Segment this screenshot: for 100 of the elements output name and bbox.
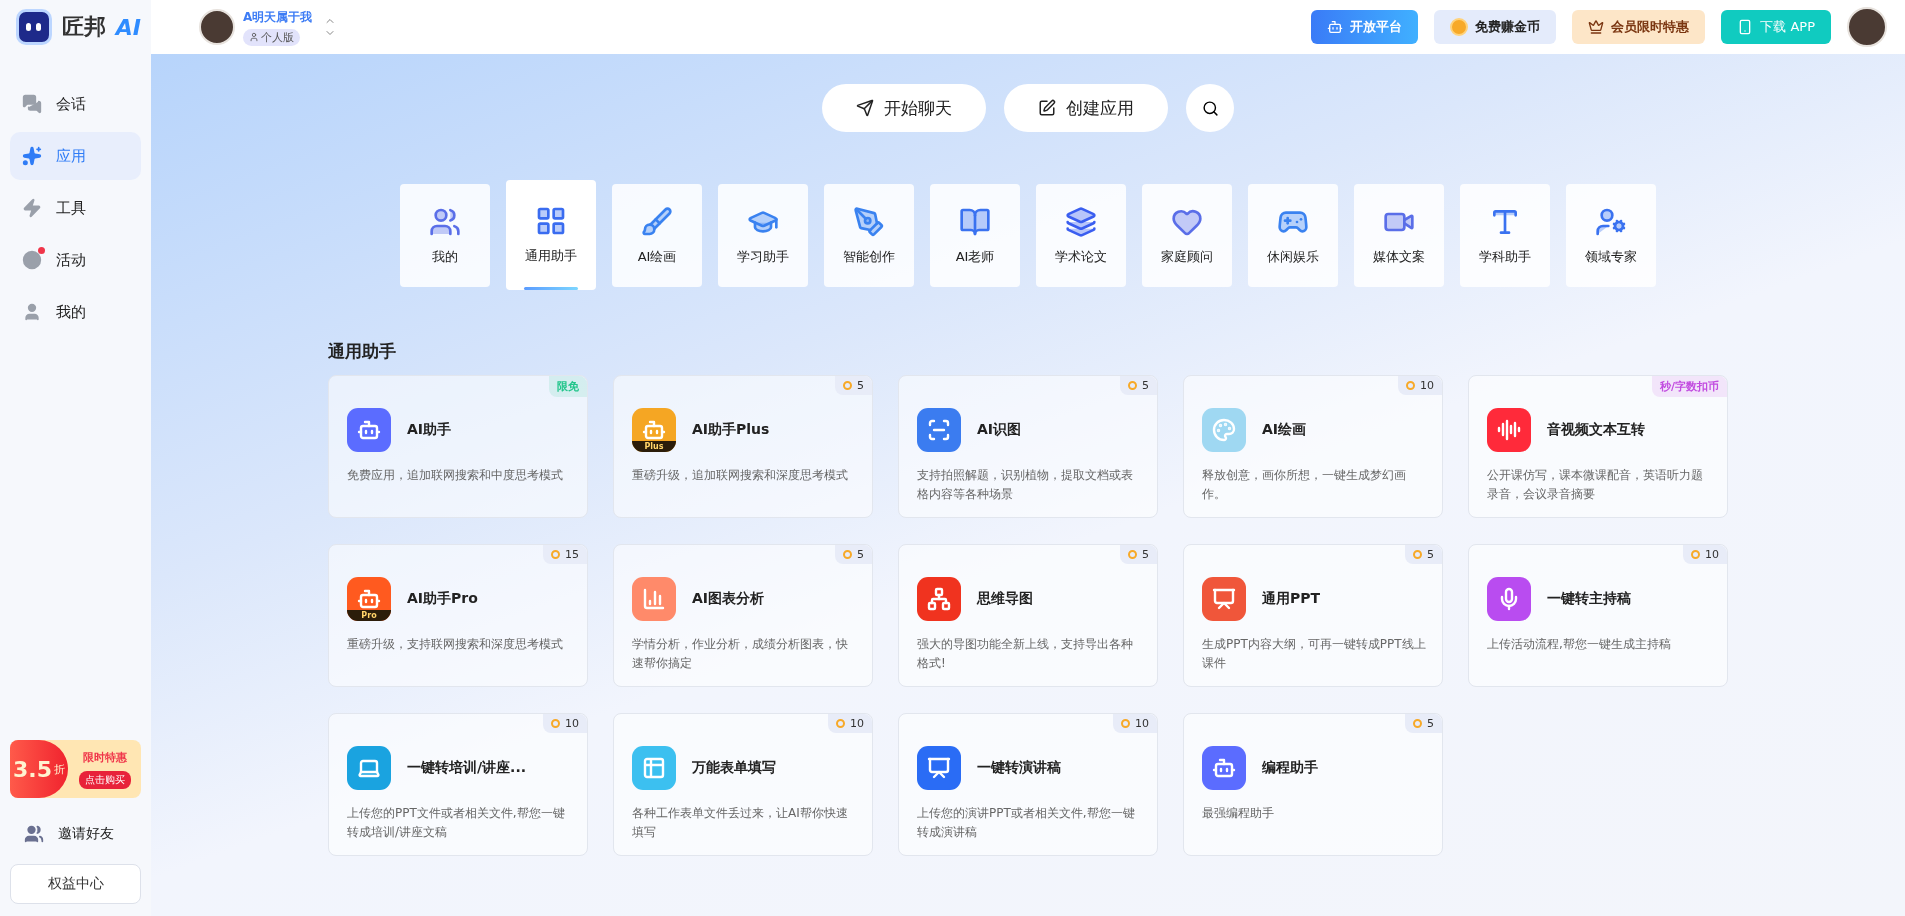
header-button[interactable]: 会员限时特惠 — [1572, 10, 1706, 44]
app-title: AI助手Plus — [692, 421, 770, 439]
coin-cost: 5 — [835, 376, 872, 395]
app-tag: 秒/字数扣币 — [1651, 376, 1727, 397]
app-card[interactable]: 10 AI绘画 释放创意，画你所想，一键生成梦幻画作。 — [1183, 375, 1443, 518]
app-title: 音视频文本互转 — [1547, 421, 1645, 439]
coin-cost: 10 — [1398, 376, 1442, 395]
app-title: 通用PPT — [1262, 590, 1321, 608]
app-title: AI识图 — [977, 421, 1022, 439]
coin-cost: 10 — [1683, 545, 1727, 564]
sidebar-item[interactable]: 工具 — [10, 184, 141, 232]
brand-name: 匠邦 — [61, 13, 106, 41]
category-tab[interactable]: 领域专家 — [1566, 184, 1656, 287]
sidebar-item[interactable]: 活动 — [10, 236, 141, 284]
sidebar-item[interactable]: 会话 — [10, 80, 141, 128]
app-description: 重磅升级，支持联网搜索和深度思考模式 — [347, 636, 564, 653]
app-card[interactable]: 限免 AI助手 免费应用，追加联网搜索和中度思考模式 — [328, 375, 588, 518]
create-icon — [1038, 99, 1056, 117]
app-title: AI助手 — [407, 421, 452, 439]
app-title: 一键转演讲稿 — [977, 759, 1061, 777]
app-description: 强大的导图功能全新上线，支持导出各种格式! — [917, 636, 1134, 672]
coin-cost: 5 — [1120, 376, 1157, 395]
app-title: AI助手Pro — [407, 590, 478, 608]
app-description: 最强编程助手 — [1202, 805, 1275, 822]
app-title: 编程助手 — [1262, 759, 1318, 777]
app-card[interactable]: 10 一键转主持稿 上传活动流程,帮您一键生成主持稿 — [1468, 544, 1728, 687]
app-title: 一键转主持稿 — [1547, 590, 1631, 608]
category-tab[interactable]: 媒体文案 — [1354, 184, 1444, 287]
category-icon — [853, 205, 885, 238]
category-tab[interactable]: AI绘画 — [612, 184, 702, 287]
app-card[interactable]: 5 编程助手 最强编程助手 — [1183, 713, 1443, 856]
app-card[interactable]: 5 Plus AI助手Plus 重磅升级，追加联网搜索和深度思考模式 — [613, 375, 873, 518]
coin-icon — [1450, 18, 1469, 36]
user-name: A明天属于我 — [243, 8, 313, 26]
coin-cost: 10 — [828, 714, 872, 733]
category-icon — [641, 205, 673, 238]
users-icon — [24, 824, 44, 844]
avatar[interactable] — [1847, 7, 1887, 47]
app-tag: 限免 — [549, 376, 587, 397]
user-icon — [22, 302, 42, 322]
bolt-icon — [22, 198, 42, 218]
category-tab[interactable]: 学习助手 — [718, 184, 808, 287]
app-description: 释放创意，画你所想，一键生成梦幻画作。 — [1202, 467, 1407, 503]
chat-icon — [22, 94, 42, 114]
app-title: AI绘画 — [1262, 421, 1307, 439]
action-button[interactable]: 开始聊天 — [822, 84, 986, 132]
button-icon — [1588, 19, 1605, 35]
sidebar-item[interactable]: 我的 — [10, 288, 141, 336]
coin-cost: 10 — [1113, 714, 1157, 733]
app-description: 支持拍照解题，识别植物，提取文档或表格内容等各种场景 — [917, 467, 1134, 503]
category-tab[interactable]: 休闲娱乐 — [1248, 184, 1338, 287]
app-card[interactable]: 10 一键转演讲稿 上传您的演讲PPT或者相关文件,帮您一键转成演讲稿 — [898, 713, 1158, 856]
avatar[interactable] — [199, 9, 235, 45]
coin-cost: 10 — [543, 714, 587, 733]
app-title: 一键转培训/讲座... — [407, 759, 527, 777]
category-tab[interactable]: 家庭顾问 — [1142, 184, 1232, 287]
app-card[interactable]: 5 通用PPT 生成PPT内容大纲，可再一键转成PPT线上课件 — [1183, 544, 1443, 687]
logo-icon — [16, 9, 52, 45]
buy-button[interactable]: 点击购买 — [78, 770, 131, 789]
discount-value: 3.5 — [13, 756, 52, 782]
app-description: 重磅升级，追加联网搜索和深度思考模式 — [632, 467, 849, 484]
app-card[interactable]: 5 思维导图 强大的导图功能全新上线，支持导出各种格式! — [898, 544, 1158, 687]
invite-item[interactable]: 邀请好友 — [10, 810, 141, 858]
header-button[interactable]: 免费赚金币 — [1434, 10, 1557, 44]
coin-cost: 5 — [1120, 545, 1157, 564]
app-card[interactable]: 10 一键转培训/讲座... 上传您的PPT文件或者相关文件,帮您一键转成培训/讲座文稿 — [328, 713, 588, 856]
category-tab[interactable]: AI老师 — [930, 184, 1020, 287]
discount-unit: 折 — [54, 761, 65, 777]
app-card[interactable]: 5 AI图表分析 学情分析，作业分析，成绩分析图表，快速帮你搞定 — [613, 544, 873, 687]
category-icon — [1065, 205, 1097, 238]
category-tab[interactable]: 通用助手 — [506, 180, 596, 290]
app-description: 上传您的演讲PPT或者相关文件,帮您一键转成演讲稿 — [917, 805, 1136, 841]
app-description: 各种工作表单文件丢过来，让AI帮你快速填写 — [632, 805, 849, 841]
section-title: 通用助手 — [328, 340, 397, 363]
category-icon — [535, 205, 567, 237]
category-tab[interactable]: 我的 — [400, 184, 490, 287]
coin-cost: 5 — [1405, 714, 1442, 733]
app-description: 上传您的PPT文件或者相关文件,帮您一键转成培训/讲座文稿 — [347, 805, 566, 841]
coin-cost: 15 — [543, 545, 587, 564]
benefits-button[interactable]: 权益中心 — [10, 864, 141, 904]
app-card[interactable]: 5 AI识图 支持拍照解题，识别植物，提取文档或表格内容等各种场景 — [898, 375, 1158, 518]
app-card[interactable]: 10 万能表单填写 各种工作表单文件丢过来，让AI帮你快速填写 — [613, 713, 873, 856]
coin-cost: 5 — [1405, 545, 1442, 564]
button-icon — [1327, 19, 1344, 35]
send-icon — [856, 99, 874, 117]
action-button[interactable]: 创建应用 — [1004, 84, 1168, 132]
search-button[interactable] — [1186, 84, 1234, 132]
app-title: 万能表单填写 — [692, 759, 776, 777]
app-description: 免费应用，追加联网搜索和中度思考模式 — [347, 467, 564, 484]
plan-badge: 个人版 — [243, 28, 300, 46]
category-tab[interactable]: 学科助手 — [1460, 184, 1550, 287]
category-tab[interactable]: 智能创作 — [824, 184, 914, 287]
app-title: AI图表分析 — [692, 590, 765, 608]
app-card[interactable]: 秒/字数扣币 音视频文本互转 公开课仿写，课本微课配音，英语听力题录音，会议录音摘要 — [1468, 375, 1728, 518]
search-icon — [1201, 99, 1219, 117]
app-card[interactable]: 15 Pro AI助手Pro 重磅升级，支持联网搜索和深度思考模式 — [328, 544, 588, 687]
sparkle-icon — [22, 146, 42, 166]
category-tab[interactable]: 学术论文 — [1036, 184, 1126, 287]
app-icon: Plus — [632, 408, 676, 452]
app-title: 思维导图 — [977, 590, 1033, 608]
